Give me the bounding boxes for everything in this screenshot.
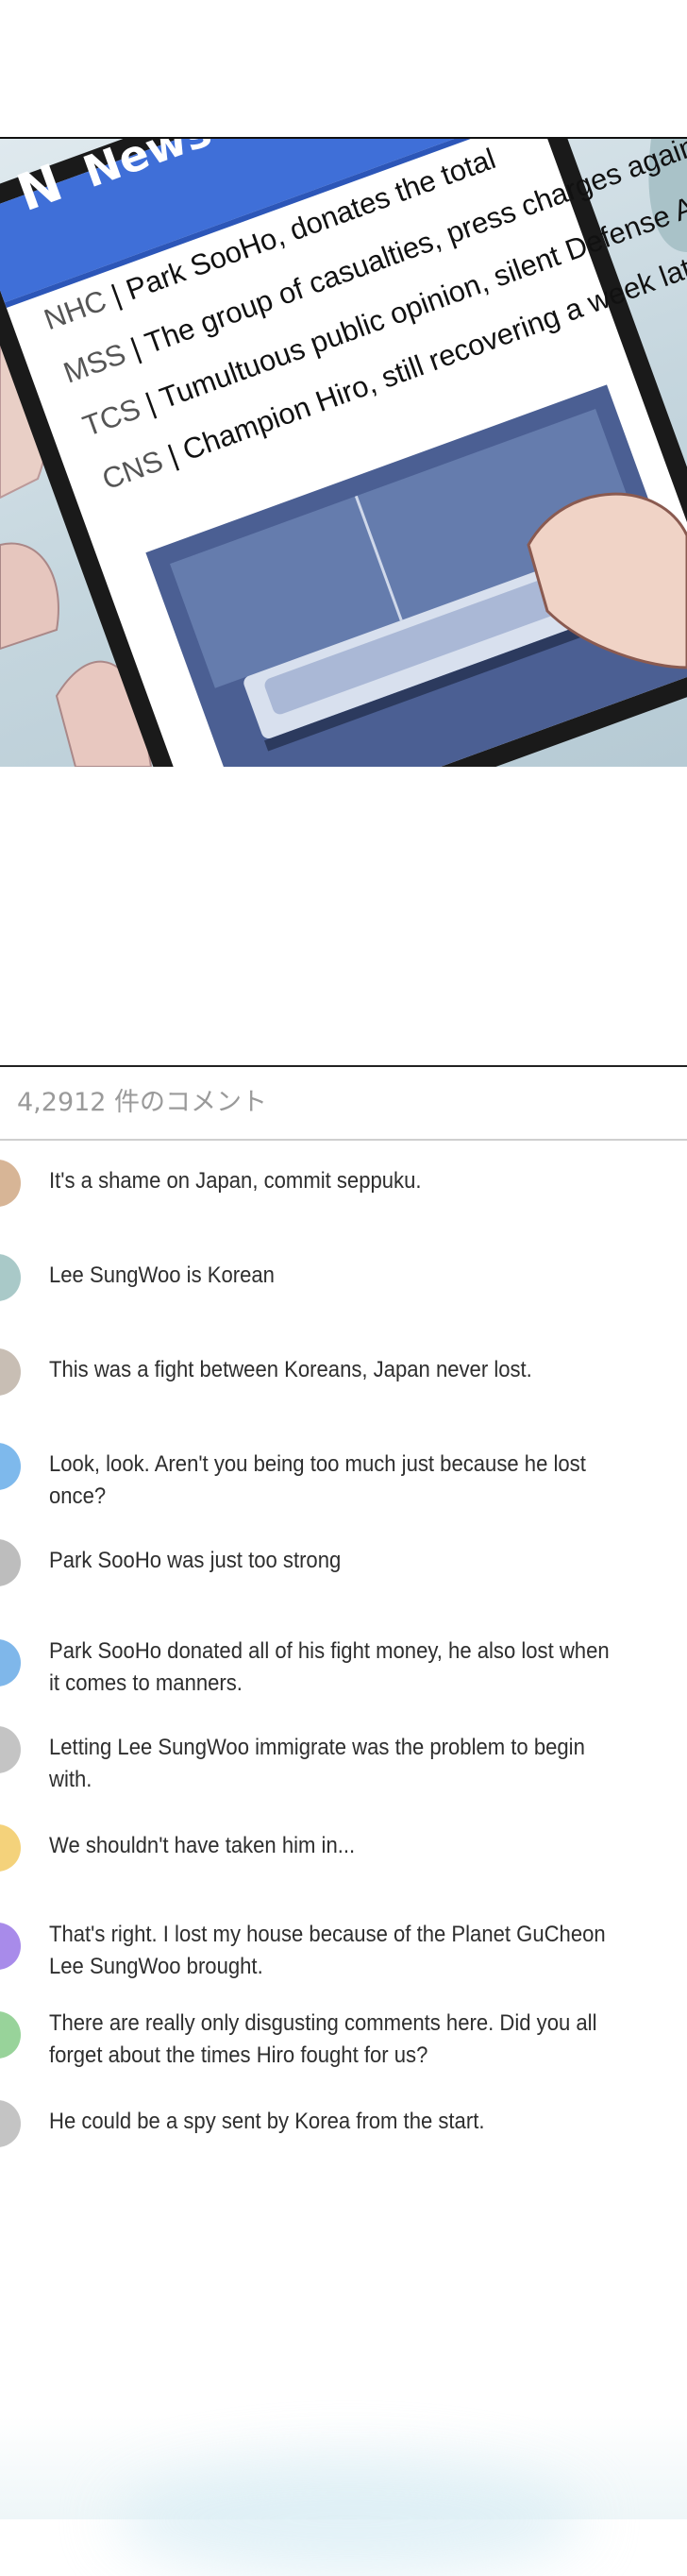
comment-section: 4,2912 件のコメント It's a shame on Japan, com… <box>0 1065 687 2174</box>
comment-text: He could be a spy sent by Korea from the… <box>49 2109 485 2134</box>
comment-text: There are really only disgusting comment… <box>49 2010 597 2068</box>
comment-text: This was a fight between Koreans, Japan … <box>49 1357 532 1382</box>
avatar[interactable] <box>0 1348 21 1396</box>
comment-text: It's a shame on Japan, commit seppuku. <box>49 1168 422 1194</box>
comment-text: That's right. I lost my house because of… <box>49 1922 606 1979</box>
avatar[interactable] <box>0 2011 21 2059</box>
avatar[interactable] <box>0 1726 21 1773</box>
avatar[interactable] <box>0 1639 21 1686</box>
comment-text: Park SooHo was just too strong <box>49 1548 342 1573</box>
avatar[interactable] <box>0 1443 21 1490</box>
avatar[interactable] <box>0 1824 21 1872</box>
bottom-background <box>0 2172 687 2576</box>
comment-count: 4,2912 件のコメント <box>0 1067 687 1141</box>
avatar[interactable] <box>0 1923 21 1970</box>
comment-text: Lee SungWoo is Korean <box>49 1263 275 1288</box>
comment-text: Letting Lee SungWoo immigrate was the pr… <box>49 1735 585 1792</box>
bottom-glow <box>113 2463 585 2576</box>
comment-text: Park SooHo donated all of his fight mone… <box>49 1638 610 1696</box>
avatar[interactable] <box>0 2100 21 2147</box>
comment-text: Look, look. Aren't you being too much ju… <box>49 1451 586 1509</box>
comic-panel: N News NHC | Park SooHo, donates the tot… <box>0 137 687 769</box>
avatar[interactable] <box>0 1254 21 1301</box>
avatar[interactable] <box>0 1539 21 1586</box>
avatar[interactable] <box>0 1160 21 1207</box>
comment-text: We shouldn't have taken him in... <box>49 1833 356 1858</box>
panel-gutter <box>0 767 687 1065</box>
